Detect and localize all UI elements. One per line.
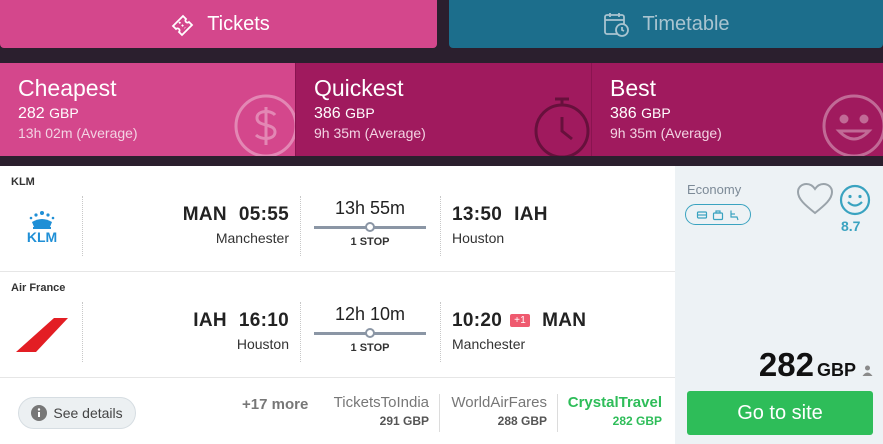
price-currency: GBP <box>816 360 856 380</box>
departure: MAN 05:55 Manchester <box>95 204 289 246</box>
stop-dot <box>365 222 375 232</box>
divider <box>440 196 441 256</box>
arrival-time: 13:50 <box>452 204 503 225</box>
provider-name: TicketsToIndia <box>333 394 429 411</box>
arrival-time: 10:20 <box>452 310 503 331</box>
route-line <box>314 327 426 339</box>
rating-score: 8.7 <box>841 218 861 234</box>
arrival: 13:50 IAH Houston <box>452 204 662 246</box>
price-panel: Economy 8.7 282 GBP Go to site <box>675 166 883 444</box>
more-providers-link[interactable]: +17 more <box>242 396 308 413</box>
favorite-heart-icon[interactable] <box>796 182 834 216</box>
tab-tickets-label: Tickets <box>207 12 270 35</box>
sort-tab-cheapest[interactable]: Cheapest 282 GBP 13h 02m (Average) <box>0 63 295 156</box>
see-details-button[interactable]: See details <box>18 397 136 429</box>
departure-time: 05:55 <box>238 204 289 225</box>
dollar-coin-icon <box>234 94 295 156</box>
departure-time: 16:10 <box>238 310 289 331</box>
tab-tickets[interactable]: Tickets <box>0 0 437 48</box>
sort-tab-best[interactable]: Best 386 GBP 9h 35m (Average) <box>591 63 883 156</box>
provider-price: 282 GBP <box>612 414 662 428</box>
divider <box>82 302 83 362</box>
airline-name: KLM <box>11 176 35 188</box>
departure-airport-code: MAN <box>182 204 227 225</box>
total-price: 282 GBP <box>759 346 873 384</box>
provider-tickets-to-india[interactable]: TicketsToIndia 291 GBP <box>322 394 440 432</box>
tab-timetable-label: Timetable <box>642 12 730 35</box>
return-leg: Air France IAH 16:10 Houston 12h 10m 1 ST… <box>0 272 675 378</box>
flight-duration: 13h 55m 1 STOP <box>308 198 432 248</box>
departure-airport-code: IAH <box>193 310 227 331</box>
go-to-site-button[interactable]: Go to site <box>687 391 873 435</box>
arrival-airport-code: MAN <box>542 310 587 331</box>
baggage-icon <box>712 209 724 220</box>
duration-text: 13h 55m <box>334 198 406 218</box>
divider <box>440 302 441 362</box>
airline-name: Air France <box>11 282 66 294</box>
smiley-icon <box>822 94 883 156</box>
sort-tabs: Cheapest 282 GBP 13h 02m (Average) Quick… <box>0 63 883 156</box>
departure: IAH 16:10 Houston <box>95 310 289 352</box>
divider <box>82 196 83 256</box>
seat-icon <box>696 210 708 219</box>
provider-price: 291 GBP <box>379 414 429 428</box>
svg-text:KLM: KLM <box>27 229 57 245</box>
stops-count: 1 STOP <box>350 236 390 248</box>
stops-count: 1 STOP <box>350 342 390 354</box>
cabin-class: Economy <box>687 182 742 197</box>
departure-city: Houston <box>236 336 289 352</box>
arrival-city: Houston <box>452 230 505 246</box>
divider <box>300 196 301 256</box>
legroom-icon <box>730 210 739 220</box>
divider <box>300 302 301 362</box>
result-card[interactable]: KLM KLM MAN 05:55 Manchester 13h 55m 1 ST… <box>0 166 883 444</box>
arrival-city: Manchester <box>452 336 526 352</box>
stop-dot <box>365 328 375 338</box>
arrival: 10:20 +1 MAN Manchester <box>452 310 662 352</box>
stopwatch-icon <box>534 97 590 156</box>
amenities-badge[interactable] <box>685 204 751 225</box>
provider-crystal-travel[interactable]: CrystalTravel 282 GBP <box>558 394 672 432</box>
air-france-logo <box>16 318 68 352</box>
tab-timetable[interactable]: Timetable <box>449 0 883 48</box>
flight-duration: 12h 10m 1 STOP <box>308 304 432 354</box>
route-line <box>314 221 426 233</box>
score-smiley-icon <box>839 184 871 216</box>
person-icon <box>862 365 873 376</box>
ticket-icon <box>171 14 194 37</box>
outbound-leg: KLM KLM MAN 05:55 Manchester 13h 55m 1 ST… <box>0 166 675 272</box>
next-day-badge: +1 <box>510 314 531 327</box>
klm-logo: KLM <box>27 211 57 245</box>
sort-tab-quickest[interactable]: Quickest 386 GBP 9h 35m (Average) <box>295 63 591 156</box>
price-amount: 282 <box>758 346 814 383</box>
arrival-airport-code: IAH <box>514 204 548 225</box>
provider-world-air-fares[interactable]: WorldAirFares 288 GBP <box>440 394 558 432</box>
provider-name: WorldAirFares <box>451 394 547 411</box>
provider-name: CrystalTravel <box>567 394 662 411</box>
departure-city: Manchester <box>215 230 289 246</box>
provider-price: 288 GBP <box>497 414 547 428</box>
duration-text: 12h 10m <box>334 304 406 324</box>
see-details-label: See details <box>53 405 123 421</box>
calendar-clock-icon <box>604 13 630 37</box>
info-icon <box>31 405 48 421</box>
